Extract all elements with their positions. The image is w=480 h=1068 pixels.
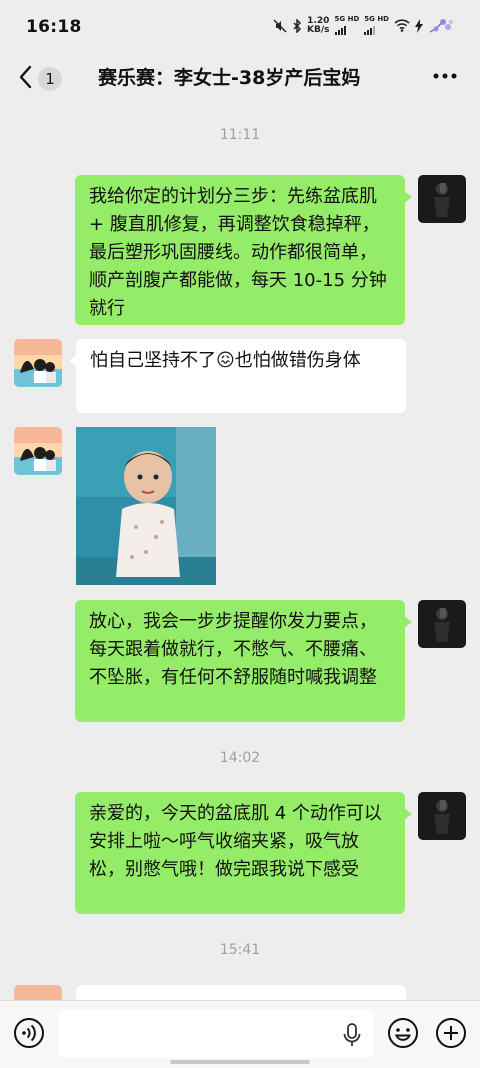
status-bar: 16:18 1.20 KB/s 5G HD 5G HD (0, 0, 480, 54)
status-icons: 1.20 KB/s 5G HD 5G HD (273, 16, 454, 35)
my-avatar[interactable] (418, 792, 466, 840)
message-bubble-self[interactable]: 亲爱的，今天的盆底肌 4 个动作可以安排上啦～呼气收缩夹紧，吸气放松，别憋气哦！… (75, 792, 412, 914)
timestamp: 11:11 (219, 127, 261, 143)
battery-flower-icon (429, 18, 453, 33)
message-bubble-self[interactable]: 我给你定的计划分三步：先练盆底肌 + 腹直肌修复，再调整饮食稳掉秤，最后塑形巩固… (75, 175, 412, 325)
sim2-signal: 5G HD (364, 16, 389, 35)
emoji-icon[interactable] (387, 1017, 419, 1049)
unread-count-badge[interactable]: 1 (38, 67, 62, 91)
home-indicator (170, 1060, 310, 1064)
my-avatar[interactable] (418, 175, 466, 223)
contact-avatar[interactable] (14, 427, 62, 475)
mute-icon (273, 18, 287, 33)
chat-header: 1 赛乐赛：李女士-38岁产后宝妈 (0, 54, 480, 100)
plus-icon[interactable] (435, 1017, 467, 1049)
net-speed: 1.20 KB/s (307, 15, 330, 35)
timestamp: 15:41 (219, 942, 261, 958)
back-arrow-icon[interactable] (16, 62, 36, 92)
input-bar (0, 1000, 480, 1068)
message-bubble-contact[interactable]: 怕自己坚持不了😖也怕做错伤身体 (69, 339, 406, 413)
sticker-image[interactable] (76, 427, 216, 585)
message-bubble-self[interactable]: 放心，我会一步步提醒你发力要点，每天跟着做就行，不憋气、不腰痛、不坠胀，有任何不… (75, 600, 412, 722)
timestamp: 14:02 (219, 750, 261, 766)
sim1-signal: 5G HD (334, 16, 359, 35)
contact-avatar[interactable] (14, 339, 62, 387)
clock: 16:18 (26, 17, 82, 37)
microphone-icon[interactable] (342, 1023, 362, 1047)
my-avatar[interactable] (418, 600, 466, 648)
wifi-icon (394, 19, 410, 32)
voice-input-icon[interactable] (13, 1017, 45, 1049)
charging-icon (415, 18, 423, 33)
more-options-icon[interactable] (432, 66, 458, 86)
bluetooth-icon (293, 18, 302, 33)
message-input[interactable] (58, 1010, 374, 1058)
chat-title: 赛乐赛：李女士-38岁产后宝妈 (98, 67, 361, 89)
